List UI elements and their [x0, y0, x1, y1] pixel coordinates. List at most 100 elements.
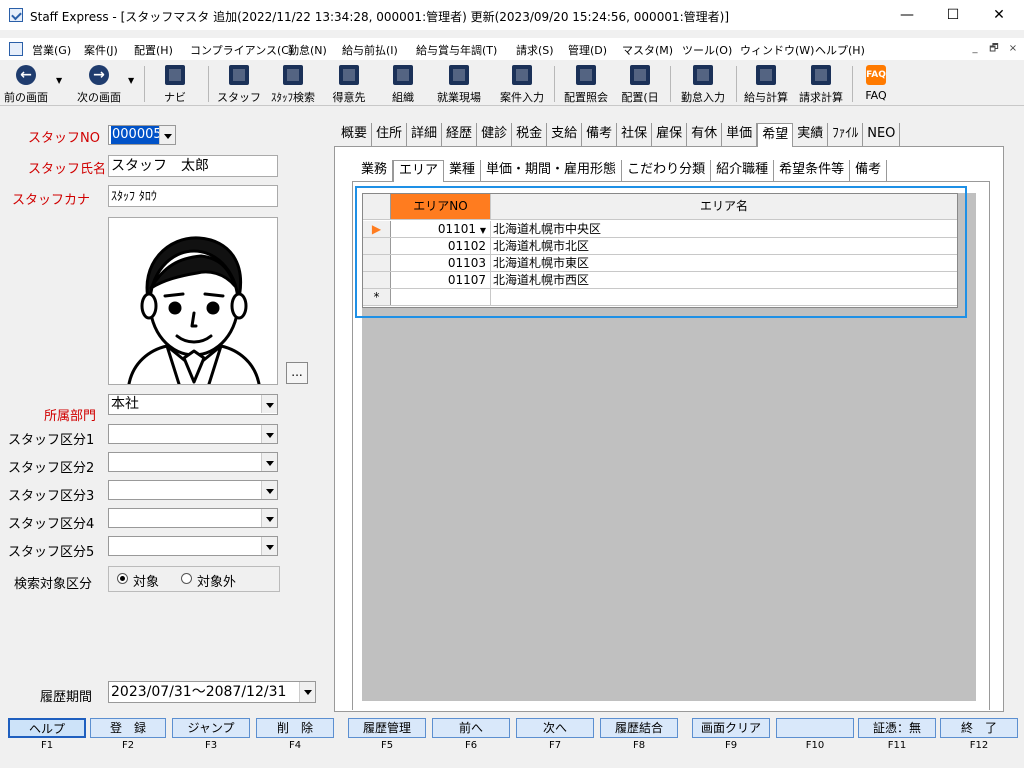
menu-prepay[interactable]: 給与前払(I): [342, 42, 398, 58]
jump-button[interactable]: ジャンプ: [172, 718, 250, 738]
tab-unit-price[interactable]: 単価: [722, 123, 758, 147]
subtab-price-period[interactable]: 単価・期間・雇用形態: [481, 160, 623, 182]
radio-non-target[interactable]: [181, 573, 192, 584]
mdi-restore-button[interactable]: 🗗: [987, 42, 1001, 56]
prev-button[interactable]: 前へ: [432, 718, 510, 738]
menu-sales[interactable]: 営業(G): [32, 42, 71, 58]
staff-button[interactable]: スタッフ: [216, 62, 262, 106]
menu-help[interactable]: ヘルプ(H): [815, 42, 865, 58]
worksite-button[interactable]: 就業現場: [430, 62, 488, 106]
menu-window[interactable]: ウィンドウ(W): [740, 42, 814, 58]
tab-results[interactable]: 実績: [793, 123, 829, 147]
tab-career[interactable]: 経歴: [442, 123, 478, 147]
col-area-name[interactable]: エリア名: [491, 194, 957, 219]
evidence-button[interactable]: 証憑：無: [858, 718, 936, 738]
area-name-cell[interactable]: 北海道札幌市中央区: [491, 221, 957, 237]
case-input-button[interactable]: 案件入力: [494, 62, 550, 106]
menu-compliance[interactable]: コンプライアンス(C): [190, 42, 293, 58]
menu-case[interactable]: 案件(J): [84, 42, 118, 58]
staff-search-button[interactable]: ｽﾀｯﾌ検索: [264, 62, 322, 106]
chevron-down-icon[interactable]: [261, 509, 277, 527]
billing-button[interactable]: 請求計算: [794, 62, 848, 106]
area-name-cell[interactable]: 北海道札幌市東区: [491, 255, 957, 271]
mdi-minimize-button[interactable]: _: [968, 42, 982, 56]
navi-button[interactable]: ナビ: [154, 62, 196, 106]
chevron-down-icon[interactable]: [261, 425, 277, 443]
mdi-close-button[interactable]: ×: [1006, 42, 1020, 56]
kubun2-select[interactable]: [108, 452, 278, 472]
subtab-area[interactable]: エリア: [393, 160, 445, 182]
kubun3-select[interactable]: [108, 480, 278, 500]
tab-detail[interactable]: 詳細: [407, 123, 443, 147]
tab-overview[interactable]: 概要: [337, 123, 373, 147]
tab-files[interactable]: ﾌｧｲﾙ: [828, 123, 864, 147]
staff-kana-field[interactable]: ｽﾀｯﾌ ﾀﾛｳ: [108, 185, 278, 207]
kubun1-select[interactable]: [108, 424, 278, 444]
menu-admin[interactable]: 管理(D): [568, 42, 607, 58]
area-no-cell[interactable]: 01101 ▼: [391, 221, 491, 237]
assign-query-button[interactable]: 配置照会: [560, 62, 612, 106]
chevron-down-icon[interactable]: [261, 481, 277, 499]
menu-payroll[interactable]: 給与賞与年調(T): [416, 42, 497, 58]
back-button[interactable]: ← 前の画面: [2, 62, 50, 106]
subtab-notes[interactable]: 備考: [850, 160, 888, 182]
dept-select[interactable]: 本社: [108, 394, 278, 415]
register-button[interactable]: 登 録: [90, 718, 166, 738]
menu-attendance[interactable]: 勤怠(N): [288, 42, 327, 58]
assign-daily-button[interactable]: 配置(日: [616, 62, 664, 106]
chevron-down-icon[interactable]: [261, 453, 277, 471]
tab-tax[interactable]: 税金: [512, 123, 548, 147]
area-no-cell[interactable]: 01103: [391, 255, 491, 271]
area-no-cell[interactable]: 01107: [391, 272, 491, 288]
back-dropdown-icon[interactable]: ▼: [56, 76, 62, 85]
client-button[interactable]: 得意先: [326, 62, 372, 106]
tab-address[interactable]: 住所: [372, 123, 408, 147]
area-name-cell[interactable]: 北海道札幌市西区: [491, 272, 957, 288]
tab-neo[interactable]: NEO: [863, 123, 901, 147]
forward-dropdown-icon[interactable]: ▼: [128, 76, 134, 85]
history-merge-button[interactable]: 履歴結合: [600, 718, 678, 738]
attendance-button[interactable]: 勤怠入力: [676, 62, 730, 106]
staff-no-select[interactable]: 000005: [108, 125, 176, 145]
tab-preferences[interactable]: 希望: [757, 123, 794, 147]
chevron-down-icon[interactable]: [261, 537, 277, 555]
history-manage-button[interactable]: 履歴管理: [348, 718, 426, 738]
col-area-no[interactable]: エリアNO: [391, 194, 491, 219]
delete-button[interactable]: 削 除: [256, 718, 334, 738]
f10-button[interactable]: [776, 718, 854, 738]
tab-health[interactable]: 健診: [477, 123, 513, 147]
table-row[interactable]: 01103 北海道札幌市東区: [363, 255, 957, 272]
subtab-job-type[interactable]: 紹介職種: [711, 160, 775, 182]
table-row[interactable]: 01107 北海道札幌市西区: [363, 272, 957, 289]
org-button[interactable]: 組織: [380, 62, 426, 106]
tab-social-insurance[interactable]: 社保: [617, 123, 653, 147]
kubun5-select[interactable]: [108, 536, 278, 556]
table-row[interactable]: ▶ 01101 ▼ 北海道札幌市中央区: [363, 221, 957, 238]
tab-paid-leave[interactable]: 有休: [687, 123, 723, 147]
menu-tools[interactable]: ツール(O): [682, 42, 732, 58]
subtab-work[interactable]: 業務: [356, 160, 394, 182]
subtab-conditions[interactable]: 希望条件等: [774, 160, 851, 182]
faq-button[interactable]: FAQ FAQ: [856, 62, 896, 106]
payroll-button[interactable]: 給与計算: [740, 62, 792, 106]
chevron-down-icon[interactable]: [299, 682, 315, 702]
area-no-cell[interactable]: 01102: [391, 238, 491, 254]
tab-notes[interactable]: 備考: [582, 123, 618, 147]
table-row[interactable]: 01102 北海道札幌市北区: [363, 238, 957, 255]
menu-assign[interactable]: 配置(H): [134, 42, 173, 58]
minimize-button[interactable]: —: [884, 0, 930, 30]
maximize-button[interactable]: ☐: [930, 0, 976, 30]
chevron-down-icon[interactable]: [261, 395, 277, 413]
staff-name-field[interactable]: スタッフ 太郎: [108, 155, 278, 177]
menu-billing[interactable]: 請求(S): [516, 42, 554, 58]
subtab-industry[interactable]: 業種: [444, 160, 482, 182]
period-select[interactable]: 2023/07/31〜2087/12/31: [108, 681, 316, 703]
photo-browse-button[interactable]: ...: [286, 362, 308, 384]
subtab-category[interactable]: こだわり分類: [622, 160, 712, 182]
close-button[interactable]: ✕: [976, 0, 1022, 30]
chevron-down-icon[interactable]: [159, 126, 175, 144]
tab-payment[interactable]: 支給: [547, 123, 583, 147]
forward-button[interactable]: → 次の画面: [72, 62, 126, 106]
tab-employment-insurance[interactable]: 雇保: [652, 123, 688, 147]
help-button[interactable]: ヘルプ: [8, 718, 86, 738]
